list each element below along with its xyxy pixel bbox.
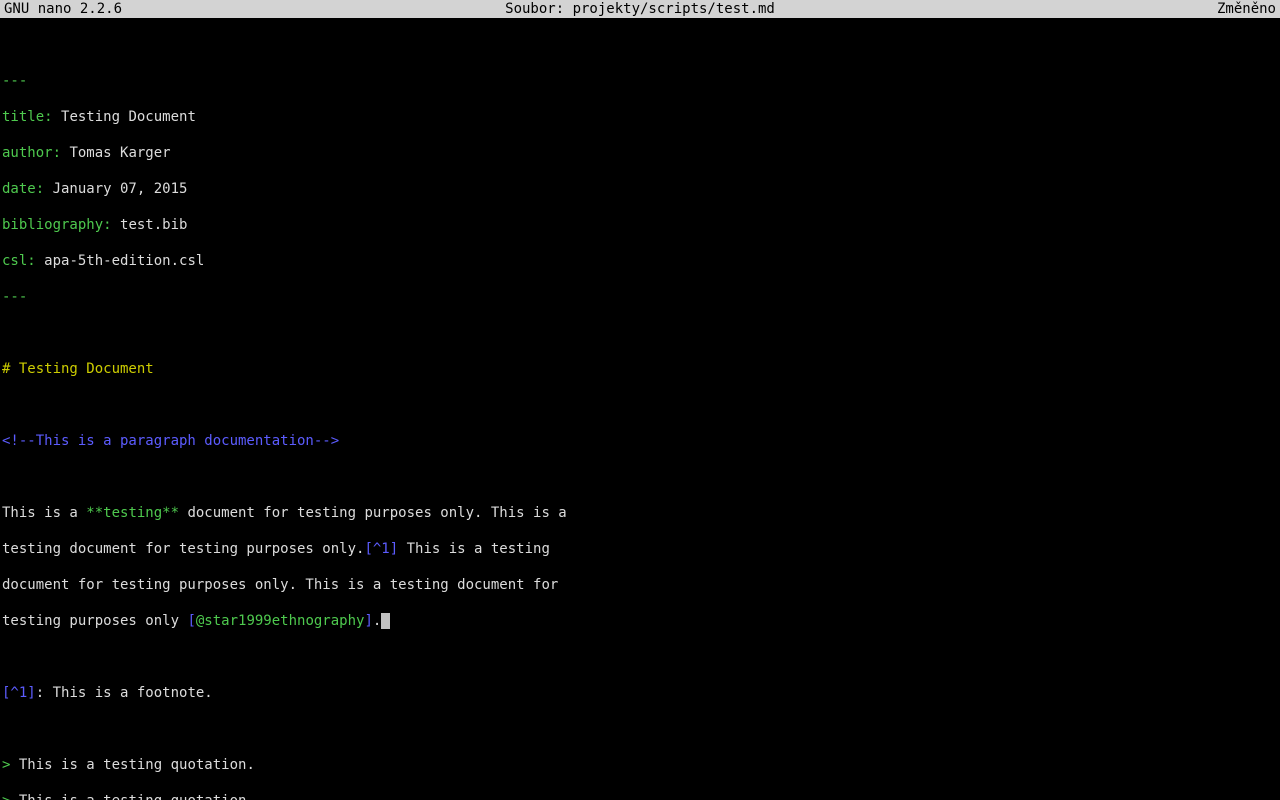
nano-titlebar: GNU nano 2.2.6 Soubor: projekty/scripts/…	[0, 0, 1280, 18]
frontmatter-date: date: January 07, 2015	[2, 180, 1280, 198]
blank-line	[2, 720, 1280, 738]
nano-title-file: Soubor: projekty/scripts/test.md	[428, 0, 852, 18]
nano-title-left: GNU nano 2.2.6	[4, 0, 428, 18]
blockquote-line: > This is a testing quotation.	[2, 792, 1280, 800]
blank-line	[2, 648, 1280, 666]
paragraph-1-line-3: document for testing purposes only. This…	[2, 576, 1280, 594]
frontmatter-bibliography: bibliography: test.bib	[2, 216, 1280, 234]
blank-line	[2, 324, 1280, 342]
blockquote-line: > This is a testing quotation.	[2, 756, 1280, 774]
html-comment: <!--This is a paragraph documentation-->	[2, 432, 1280, 450]
frontmatter-title: title: Testing Document	[2, 108, 1280, 126]
paragraph-1-line-4: testing purposes only [@star1999ethnogra…	[2, 612, 1280, 630]
blank-line	[2, 36, 1280, 54]
nano-title-status: Změněno	[852, 0, 1276, 18]
frontmatter-close: ---	[2, 288, 1280, 306]
paragraph-1-line-1: This is a **testing** document for testi…	[2, 504, 1280, 522]
frontmatter-author: author: Tomas Karger	[2, 144, 1280, 162]
heading-testing-document: # Testing Document	[2, 360, 1280, 378]
frontmatter-open: ---	[2, 72, 1280, 90]
footnote-1: [^1]: This is a footnote.	[2, 684, 1280, 702]
paragraph-1-line-2: testing document for testing purposes on…	[2, 540, 1280, 558]
blank-line	[2, 396, 1280, 414]
editor-buffer[interactable]: --- title: Testing Document author: Toma…	[0, 18, 1280, 800]
frontmatter-csl: csl: apa-5th-edition.csl	[2, 252, 1280, 270]
cursor	[381, 613, 390, 629]
blank-line	[2, 468, 1280, 486]
